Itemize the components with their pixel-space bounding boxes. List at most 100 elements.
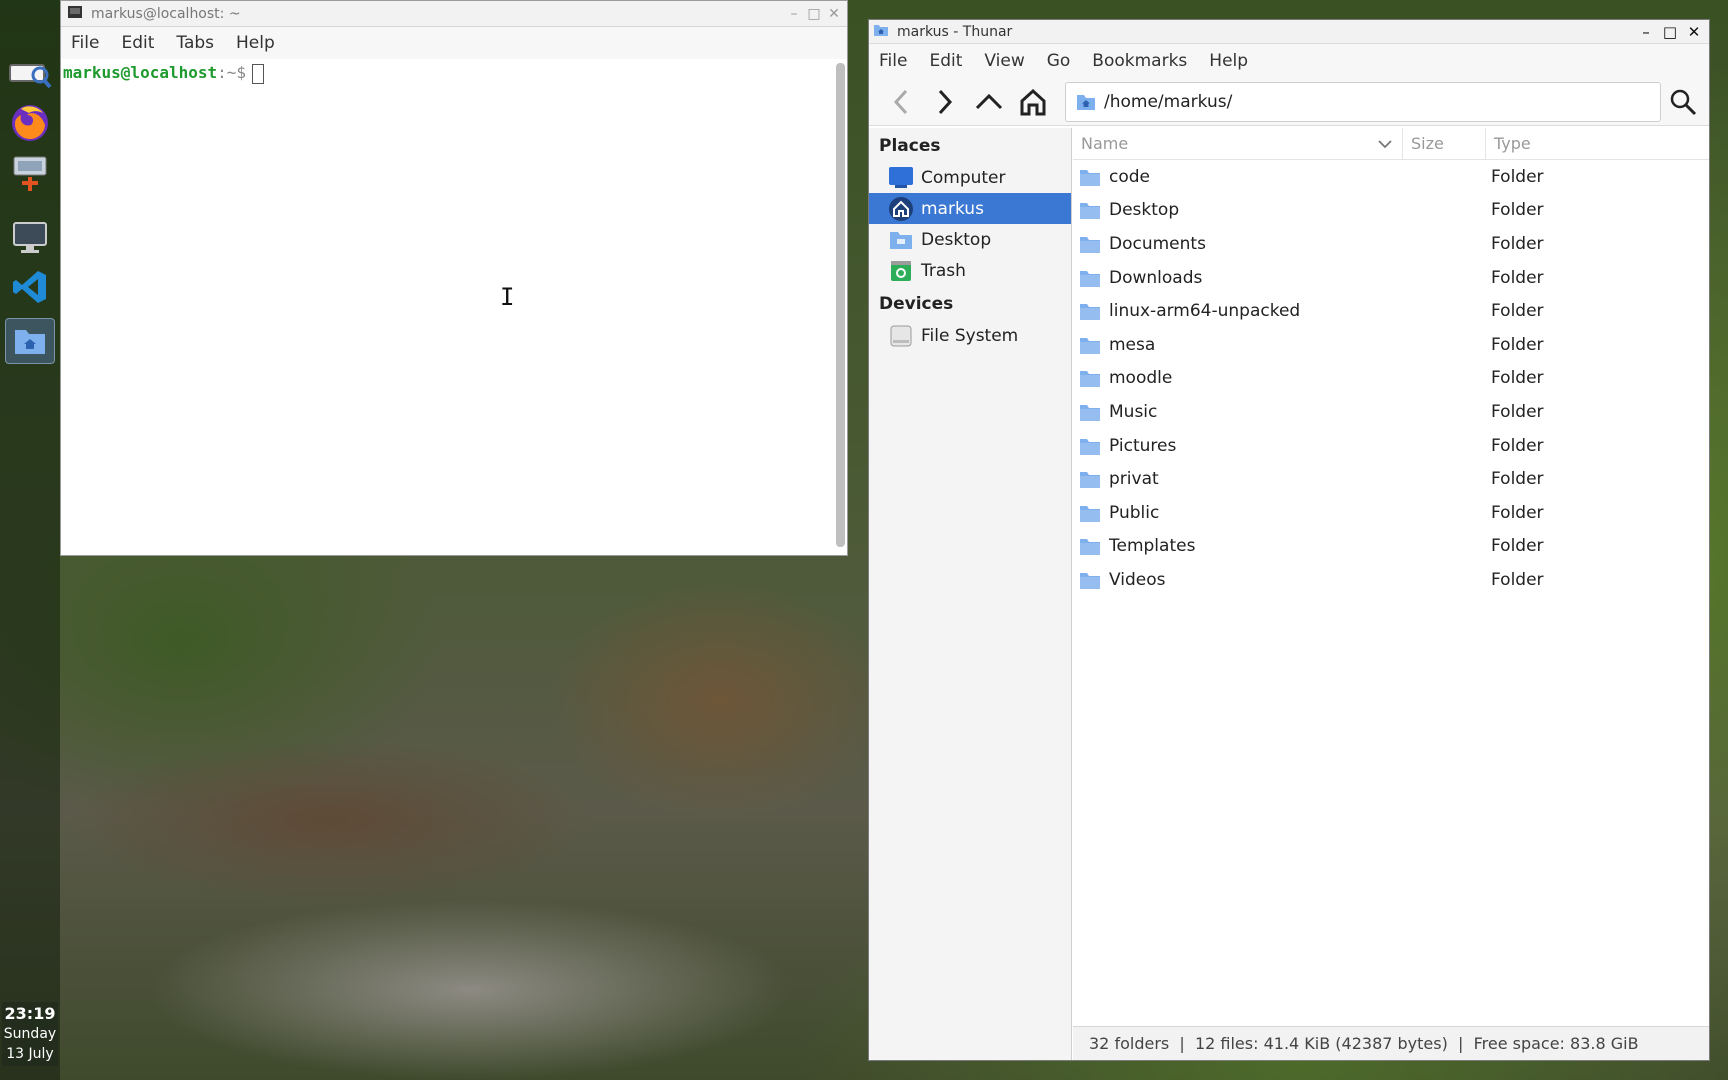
folder-icon [1080,472,1100,489]
column-type-label: Type [1494,134,1531,153]
menu-help[interactable]: Help [236,33,275,53]
clock-date: 13 July [6,1046,54,1062]
sidebar-item-label: File System [921,325,1019,346]
forward-button[interactable] [927,84,963,120]
firefox-icon[interactable] [5,99,55,145]
menu-file[interactable]: File [879,51,907,71]
file-list[interactable]: Name Size Type code Folder Desktop Folder Do… [1073,128,1709,1060]
list-item[interactable]: moodle Folder [1073,362,1709,396]
computer-icon [889,166,913,190]
parent-folder-button[interactable] [971,84,1007,120]
dock: 23:19 Sunday 13 July [0,0,60,1080]
list-item[interactable]: Pictures Folder [1073,429,1709,463]
list-item[interactable]: code Folder [1073,160,1709,194]
maximize-icon[interactable]: □ [807,6,821,22]
file-name: Desktop [1109,200,1180,221]
menu-edit[interactable]: Edit [929,51,962,71]
folder-icon [1080,505,1100,522]
terminal-window[interactable]: markus@localhost: ~ – □ ✕ File Edit Tabs… [60,0,848,556]
minimize-icon[interactable]: – [1637,23,1655,41]
search-app-icon[interactable] [5,52,55,98]
back-button[interactable] [883,84,919,120]
terminal-scrollbar[interactable] [836,63,845,547]
maximize-icon[interactable]: □ [1661,23,1679,41]
folder-icon [1080,438,1100,455]
file-name: Documents [1109,233,1206,254]
file-name: Templates [1109,536,1196,557]
column-type[interactable]: Type [1486,134,1531,153]
clock[interactable]: 23:19 Sunday 13 July [2,1002,58,1066]
chevron-left-icon [893,89,908,114]
location-bar[interactable]: /home/markus/ [1065,81,1661,122]
file-name: linux-arm64-unpacked [1109,301,1301,322]
menu-file[interactable]: File [71,33,99,53]
close-icon[interactable]: ✕ [1685,23,1703,41]
status-bar: 32 folders | 12 files: 41.4 KiB (42387 b… [1073,1026,1709,1060]
mouse-ibeam-cursor-icon: I [500,283,515,311]
file-manager-icon[interactable] [5,318,55,364]
sidebar-item-trash[interactable]: Trash [869,255,1071,286]
list-item[interactable]: linux-arm64-unpacked Folder [1073,294,1709,328]
places-heading: Places [879,136,941,156]
screenshot-app-icon[interactable] [5,148,55,194]
minimize-icon[interactable]: – [787,6,801,22]
file-type: Folder [1491,233,1544,254]
file-type: Folder [1491,267,1544,288]
sidebar-item-label: markus [921,198,984,219]
menu-go[interactable]: Go [1047,51,1071,71]
menu-view[interactable]: View [984,51,1024,71]
terminal-output[interactable]: markus@localhost:~$ [61,59,833,551]
file-type: Folder [1491,368,1544,389]
menu-tabs[interactable]: Tabs [176,33,214,53]
close-icon[interactable]: ✕ [827,6,841,22]
drive-icon [889,324,913,348]
folder-icon [1080,539,1100,556]
list-item[interactable]: privat Folder [1073,462,1709,496]
list-item[interactable]: Templates Folder [1073,530,1709,564]
devices-heading: Devices [879,294,954,314]
column-name[interactable]: Name [1073,128,1403,159]
sidebar-item-file-system[interactable]: File System [869,320,1071,351]
desktop-folder-icon [889,228,913,252]
list-item[interactable]: Downloads Folder [1073,261,1709,295]
column-headers: Name Size Type [1073,128,1709,160]
list-item[interactable]: Videos Folder [1073,563,1709,597]
folder-icon [1080,404,1100,421]
terminal-menubar: File Edit Tabs Help [61,27,847,59]
file-name: Videos [1109,569,1166,590]
file-rows: code Folder Desktop Folder Documents Folder Do… [1073,160,1709,597]
prompt-path: :~$ [217,63,247,82]
list-item[interactable]: Music Folder [1073,395,1709,429]
file-type: Folder [1491,301,1544,322]
thunar-window[interactable]: markus - Thunar – □ ✕ File Edit View Go … [868,19,1710,1061]
vscode-icon[interactable] [5,264,55,310]
folder-icon [1080,337,1100,354]
folder-icon [1080,169,1100,186]
menu-bookmarks[interactable]: Bookmarks [1092,51,1187,71]
location-path: /home/markus/ [1104,91,1233,112]
thunar-titlebar[interactable]: markus - Thunar – □ ✕ [869,20,1709,44]
text-cursor [252,63,265,84]
monitor-icon[interactable] [5,214,55,260]
file-type: Folder [1491,502,1544,523]
folder-icon [1080,304,1100,321]
file-type: Folder [1491,200,1544,221]
terminal-titlebar[interactable]: markus@localhost: ~ – □ ✕ [61,1,847,27]
search-button[interactable] [1665,84,1701,120]
home-folder-icon [1077,94,1095,110]
file-type: Folder [1491,536,1544,557]
list-item[interactable]: mesa Folder [1073,328,1709,362]
home-icon [1020,88,1046,115]
file-name: privat [1109,469,1159,490]
list-item[interactable]: Desktop Folder [1073,194,1709,228]
home-button[interactable] [1015,84,1051,120]
sidebar-item-markus[interactable]: markus [869,193,1071,224]
menu-help[interactable]: Help [1209,51,1248,71]
sidebar-item-desktop[interactable]: Desktop [869,224,1071,255]
list-item[interactable]: Public Folder [1073,496,1709,530]
menu-edit[interactable]: Edit [121,33,154,53]
thunar-menubar: File Edit View Go Bookmarks Help [869,44,1709,78]
column-size[interactable]: Size [1403,128,1486,159]
list-item[interactable]: Documents Folder [1073,227,1709,261]
sidebar-item-computer[interactable]: Computer [869,162,1071,193]
